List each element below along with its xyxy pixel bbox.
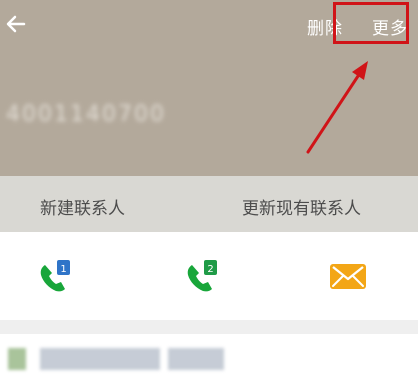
blurred-info <box>168 348 224 370</box>
back-arrow-icon[interactable] <box>4 12 28 36</box>
contact-header: 删除 更多 4001140700 <box>0 0 418 176</box>
update-existing-contact-button[interactable]: 更新现有联系人 <box>242 194 361 219</box>
quick-actions-row: 1 2 <box>0 232 418 320</box>
call-history-item[interactable] <box>0 334 418 376</box>
sim1-badge: 1 <box>60 264 66 275</box>
phone-icon <box>8 348 26 370</box>
sim2-badge: 2 <box>207 264 213 275</box>
blurred-info <box>40 348 160 370</box>
call-sim1-button[interactable]: 1 <box>34 258 74 294</box>
new-contact-button[interactable]: 新建联系人 <box>40 194 125 219</box>
highlight-box <box>333 2 409 44</box>
call-sim2-button[interactable]: 2 <box>181 258 221 294</box>
message-button[interactable] <box>328 258 368 294</box>
phone-number: 4001140700 <box>6 102 166 127</box>
contact-actions-bar: 新建联系人 更新现有联系人 <box>0 176 418 232</box>
